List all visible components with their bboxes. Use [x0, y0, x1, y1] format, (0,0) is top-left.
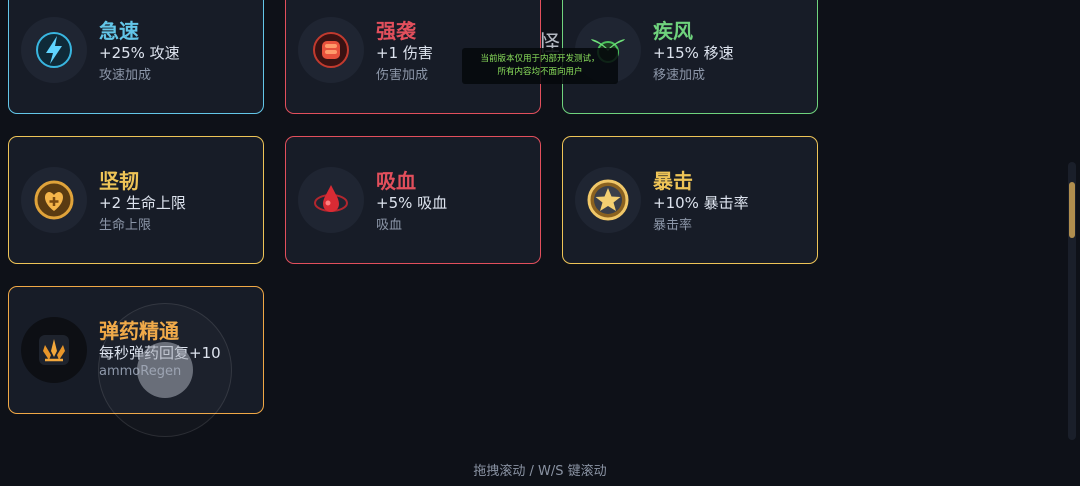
card-effect: +15% 移速	[653, 44, 734, 62]
fist-icon	[298, 17, 364, 83]
blood-drop-icon	[298, 167, 364, 233]
upgrade-card-tenacity[interactable]: 坚韧 +2 生命上限 生命上限	[8, 136, 264, 264]
card-name: 吸血	[376, 169, 416, 193]
upgrade-card-haste[interactable]: 急速 +25% 攻速 攻速加成	[8, 0, 264, 114]
scrollbar-thumb[interactable]	[1069, 182, 1075, 238]
card-key: 伤害加成	[376, 68, 429, 83]
card-effect: +1 伤害	[376, 44, 433, 62]
card-name: 强袭	[376, 19, 416, 43]
card-name: 急速	[99, 19, 139, 43]
virtual-joystick-knob[interactable]	[137, 342, 193, 398]
card-effect: +5% 吸血	[376, 194, 448, 212]
dev-test-notice: 当前版本仅用于内部开发测试， 所有内容均不面向用户	[462, 48, 618, 84]
card-name: 疾风	[653, 19, 693, 43]
star-badge-icon	[575, 167, 641, 233]
card-key: 暴击率	[653, 218, 693, 233]
lightning-icon	[21, 17, 87, 83]
card-name: 暴击	[653, 169, 693, 193]
scroll-hint: 拖拽滚动 / W/S 键滚动	[473, 464, 607, 479]
heart-icon	[21, 167, 87, 233]
card-effect: +2 生命上限	[99, 194, 186, 212]
card-key: 吸血	[376, 218, 403, 233]
upgrade-card-critical[interactable]: 暴击 +10% 暴击率 暴击率	[562, 136, 818, 264]
ammo-crown-icon	[21, 317, 87, 383]
card-name: 坚韧	[99, 169, 139, 193]
card-key: 生命上限	[99, 218, 152, 233]
card-effect: +10% 暴击率	[653, 194, 749, 212]
card-key: 移速加成	[653, 68, 706, 83]
upgrade-card-lifesteal[interactable]: 吸血 +5% 吸血 吸血	[285, 136, 541, 264]
notice-line-1: 当前版本仅用于内部开发测试，	[480, 54, 600, 64]
card-effect: +25% 攻速	[99, 44, 180, 62]
notice-line-2: 所有内容均不面向用户	[497, 67, 583, 77]
card-key: 攻速加成	[99, 68, 152, 83]
